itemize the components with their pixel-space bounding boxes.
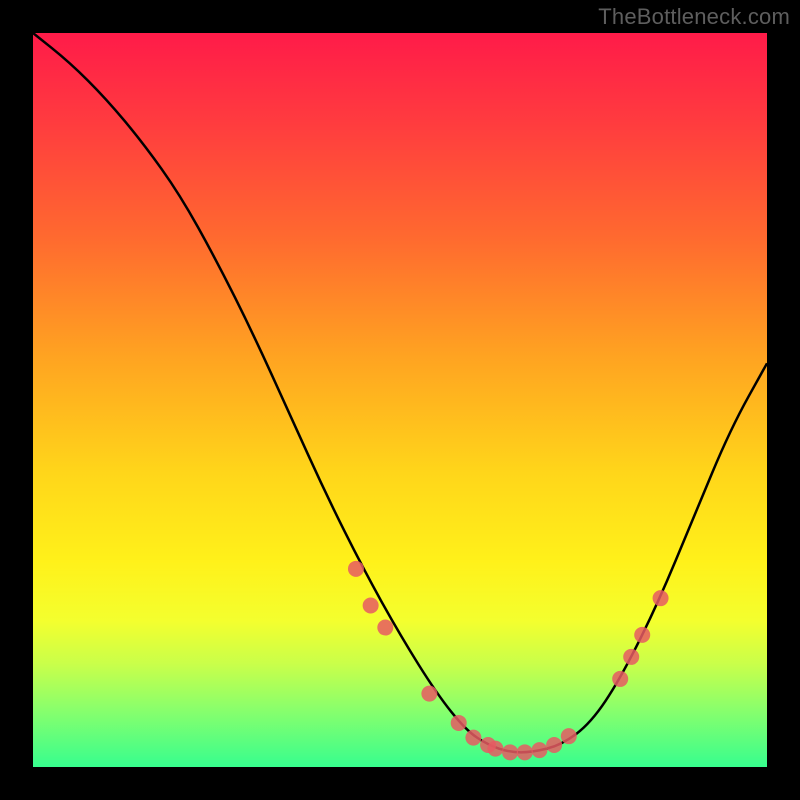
data-marker bbox=[561, 728, 577, 744]
data-marker bbox=[377, 620, 393, 636]
data-marker bbox=[653, 590, 669, 606]
data-marker bbox=[546, 737, 562, 753]
plot-area bbox=[33, 33, 767, 767]
chart-frame: TheBottleneck.com bbox=[0, 0, 800, 800]
curve-line bbox=[33, 33, 767, 752]
data-marker bbox=[363, 598, 379, 614]
data-marker bbox=[612, 671, 628, 687]
data-marker bbox=[517, 744, 533, 760]
data-marker bbox=[421, 686, 437, 702]
data-marker bbox=[623, 649, 639, 665]
data-marker bbox=[502, 744, 518, 760]
data-marker bbox=[531, 742, 547, 758]
watermark-text: TheBottleneck.com bbox=[598, 4, 790, 30]
data-marker bbox=[451, 715, 467, 731]
data-marker bbox=[487, 741, 503, 757]
chart-svg bbox=[33, 33, 767, 767]
data-marker bbox=[348, 561, 364, 577]
data-marker bbox=[465, 730, 481, 746]
data-marker bbox=[634, 627, 650, 643]
